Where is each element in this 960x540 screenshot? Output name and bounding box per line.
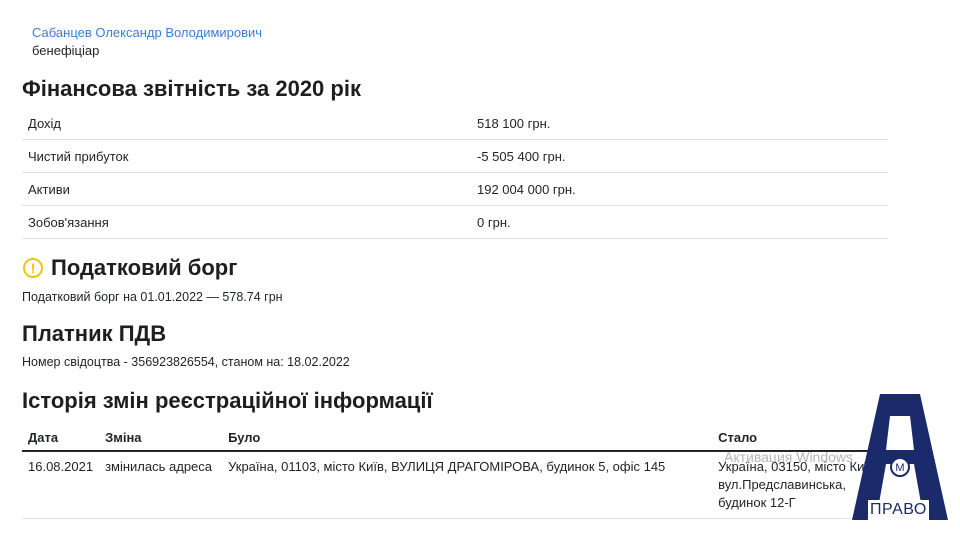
page: Сабанцев Олександр Володимирович бенефіц…	[0, 0, 960, 540]
tax-debt-heading: ! Податковий борг	[22, 255, 237, 281]
vat-certificate-text: Номер свідоцтва - 356923826554, станом н…	[22, 355, 350, 369]
liabilities-label: Зобов'язання	[22, 205, 471, 239]
table-row: Зобов'язання 0 грн.	[22, 205, 888, 239]
col-header-change: Зміна	[99, 424, 223, 452]
tax-debt-text: Податковий борг на 01.01.2022 — 578.74 г…	[22, 290, 283, 304]
vat-heading: Платник ПДВ	[22, 321, 167, 346]
liabilities-value: 0 грн.	[471, 205, 888, 239]
beneficiary-block: Сабанцев Олександр Володимирович бенефіц…	[32, 24, 262, 60]
net-profit-value: -5 505 400 грн.	[471, 139, 888, 173]
svg-text:M: M	[895, 462, 904, 474]
financial-table: Дохід 518 100 грн. Чистий прибуток -5 50…	[22, 107, 888, 239]
net-profit-label: Чистий прибуток	[22, 139, 471, 173]
history-header-row: Дата Зміна Було Стало	[22, 424, 888, 452]
history-date: 16.08.2021	[22, 451, 100, 519]
warning-icon: !	[23, 258, 43, 278]
history-heading: Історія змін реєстраційної інформації	[22, 388, 433, 413]
table-row: Активи 192 004 000 грн.	[22, 172, 888, 206]
history-table: Дата Зміна Було Стало 16.08.2021 змінила…	[22, 424, 888, 519]
financial-report-heading: Фінансова звітність за 2020 рік	[22, 76, 361, 101]
assets-value: 192 004 000 грн.	[471, 172, 888, 206]
beneficiary-name-link[interactable]: Сабанцев Олександр Володимирович	[32, 24, 262, 42]
history-change: змінилась адреса	[99, 451, 223, 519]
table-row: Дохід 518 100 грн.	[22, 107, 888, 140]
income-label: Дохід	[22, 107, 471, 140]
income-value: 518 100 грн.	[471, 107, 888, 140]
beneficiary-role: бенефіціар	[32, 43, 100, 58]
col-header-date: Дата	[22, 424, 100, 452]
col-header-before: Було	[222, 424, 713, 452]
logo-text: ПРАВО	[868, 500, 929, 520]
tax-debt-title: Податковий борг	[51, 255, 238, 280]
assets-label: Активи	[22, 172, 471, 206]
table-row: 16.08.2021 змінилась адреса Україна, 011…	[22, 451, 888, 519]
table-row: Чистий прибуток -5 505 400 грн.	[22, 139, 888, 173]
history-before: Україна, 01103, місто Київ, ВУЛИЦЯ ДРАГО…	[222, 451, 713, 519]
